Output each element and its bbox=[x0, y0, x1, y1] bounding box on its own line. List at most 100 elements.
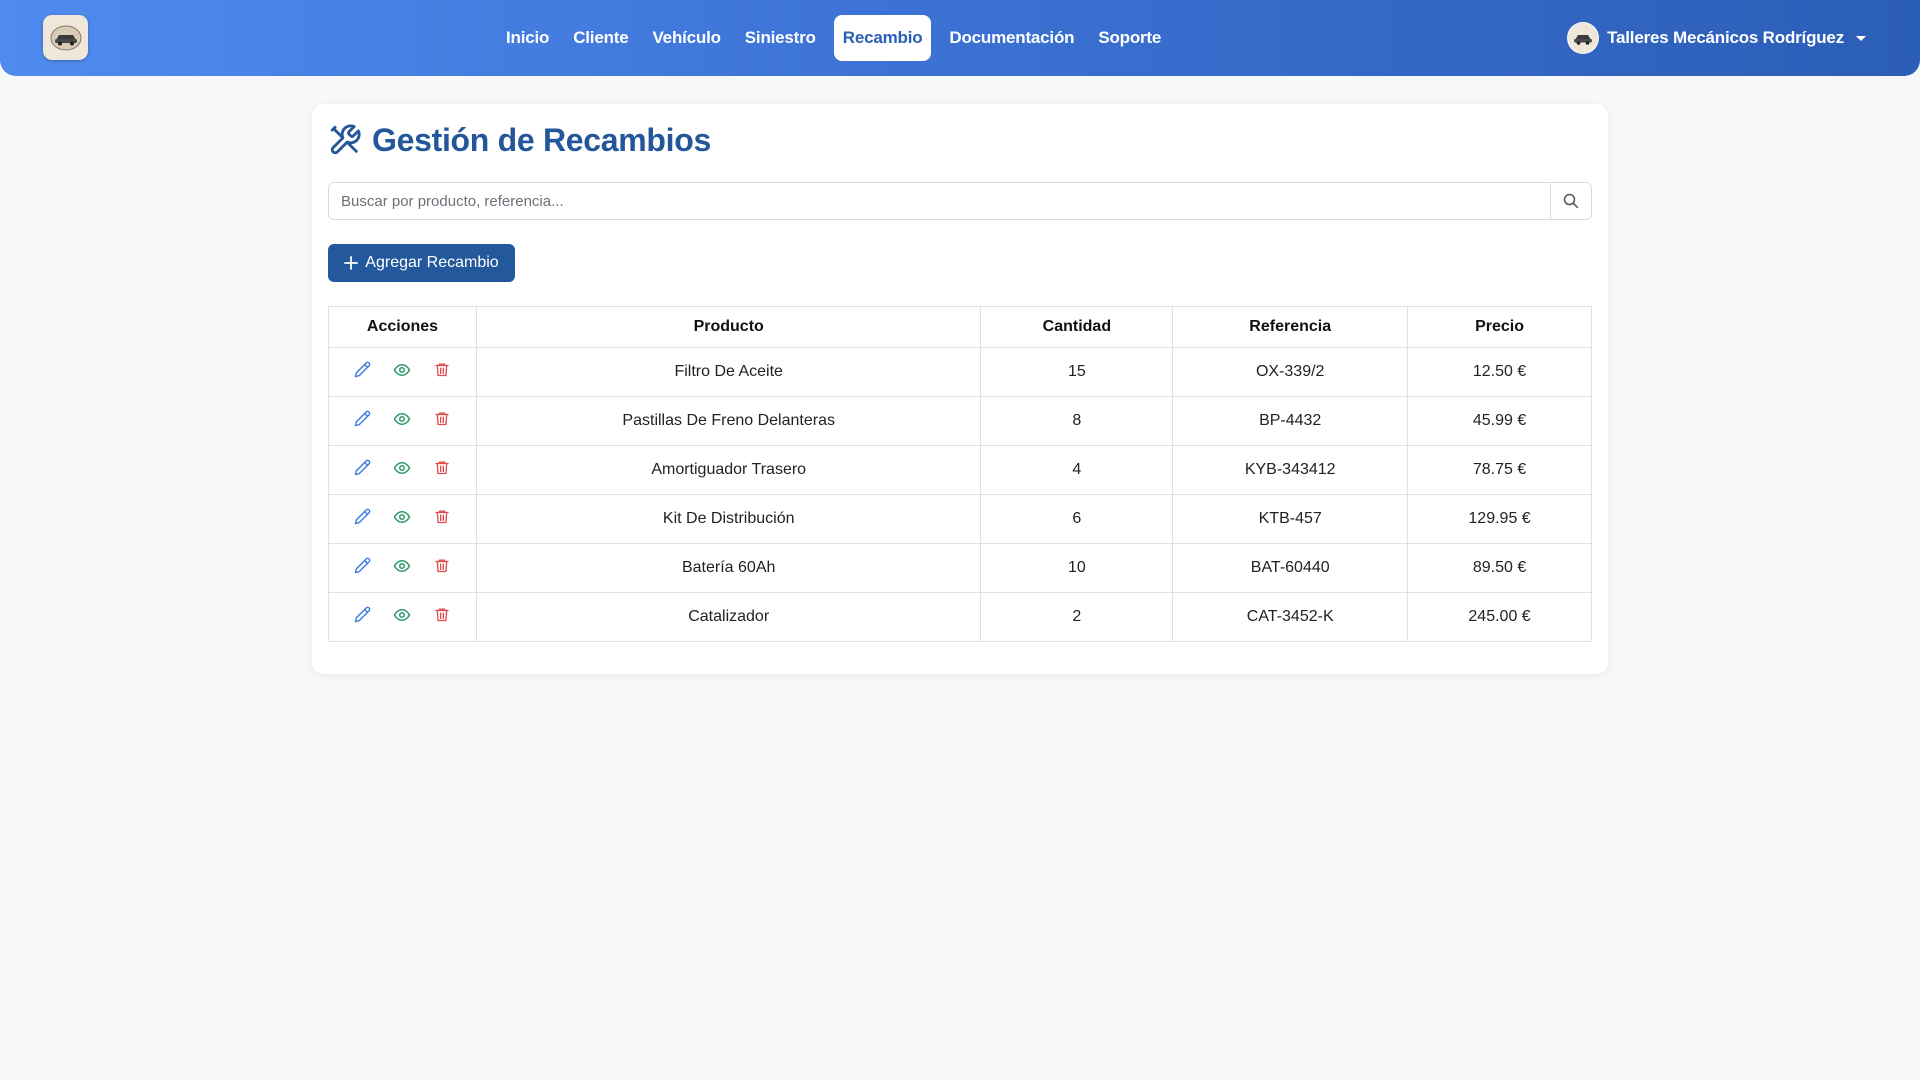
table-row: Pastillas De Freno Delanteras 8 BP-4432 45.… bbox=[328, 396, 1592, 446]
recambios-card: Gestión de Recambios Agregar Recambio bbox=[312, 104, 1608, 674]
cell-referencia: CAT-3452-K bbox=[1172, 592, 1409, 642]
nav-cliente[interactable]: Cliente bbox=[561, 15, 640, 61]
nav-documentacion[interactable]: Documentación bbox=[937, 15, 1086, 61]
edit-button[interactable] bbox=[353, 361, 371, 383]
cell-referencia: BAT-60440 bbox=[1172, 543, 1409, 593]
recambios-table: Acciones Producto Cantidad Referencia Pr… bbox=[328, 306, 1592, 642]
cell-precio: 45.99 € bbox=[1407, 396, 1592, 446]
trash-icon bbox=[434, 410, 450, 432]
nav-vehiculo[interactable]: Vehículo bbox=[640, 15, 732, 61]
table-row: Amortiguador Trasero 4 KYB-343412 78.75 € bbox=[328, 445, 1592, 495]
trash-icon bbox=[434, 557, 450, 579]
edit-button[interactable] bbox=[353, 557, 371, 577]
header-acciones: Acciones bbox=[328, 306, 477, 348]
avatar bbox=[1567, 22, 1600, 54]
trash-icon bbox=[434, 459, 450, 481]
eye-icon bbox=[393, 606, 411, 629]
delete-button[interactable] bbox=[433, 461, 451, 479]
search-icon bbox=[1563, 193, 1579, 209]
cell-producto: Catalizador bbox=[475, 592, 982, 642]
nav-inicio[interactable]: Inicio bbox=[494, 15, 561, 61]
trash-icon bbox=[434, 361, 450, 383]
plus-icon bbox=[344, 256, 359, 270]
header-producto[interactable]: Producto bbox=[475, 306, 982, 348]
cell-referencia: KTB-457 bbox=[1172, 494, 1409, 544]
cell-precio: 245.00 € bbox=[1407, 592, 1592, 642]
nav-recambio[interactable]: Recambio bbox=[833, 15, 932, 61]
edit-button[interactable] bbox=[353, 410, 371, 432]
view-button[interactable] bbox=[393, 510, 411, 528]
pencil-icon bbox=[354, 361, 371, 383]
pencil-icon bbox=[354, 606, 371, 628]
cell-cantidad: 10 bbox=[980, 543, 1174, 593]
search-button[interactable] bbox=[1550, 183, 1591, 219]
table-row: Catalizador 2 CAT-3452-K 245.00 € bbox=[328, 592, 1592, 642]
cell-cantidad: 4 bbox=[980, 445, 1174, 495]
table-row: Kit De Distribución 6 KTB-457 129.95 € bbox=[328, 494, 1592, 544]
eye-icon bbox=[393, 459, 411, 482]
cell-precio: 129.95 € bbox=[1407, 494, 1592, 544]
cell-producto: Batería 60Ah bbox=[475, 543, 982, 593]
car-avatar-icon bbox=[1574, 35, 1593, 45]
add-recambio-label: Agregar Recambio bbox=[365, 254, 499, 271]
cell-producto: Amortiguador Trasero bbox=[475, 445, 982, 495]
delete-button[interactable] bbox=[433, 559, 451, 577]
cell-referencia: BP-4432 bbox=[1172, 396, 1409, 446]
page-title: Gestión de Recambios bbox=[372, 121, 711, 158]
view-button[interactable] bbox=[393, 608, 411, 626]
cell-precio: 12.50 € bbox=[1407, 347, 1592, 397]
row-actions bbox=[328, 396, 477, 446]
cell-referencia: KYB-343412 bbox=[1172, 445, 1409, 495]
user-name: Talleres Mecánicos Rodríguez bbox=[1607, 28, 1844, 47]
recambios-table-wrapper: Acciones Producto Cantidad Referencia Pr… bbox=[328, 306, 1592, 642]
view-button[interactable] bbox=[393, 412, 411, 430]
top-navbar: Inicio Cliente Vehículo Siniestro Recamb… bbox=[0, 0, 1920, 76]
car-logo-icon bbox=[50, 25, 81, 50]
search-bar bbox=[328, 182, 1592, 220]
delete-button[interactable] bbox=[433, 510, 451, 528]
cell-referencia: OX-339/2 bbox=[1172, 347, 1409, 397]
user-menu-dropdown[interactable]: Talleres Mecánicos Rodríguez bbox=[1567, 21, 1866, 55]
edit-button[interactable] bbox=[353, 606, 371, 628]
row-actions bbox=[328, 445, 477, 495]
delete-button[interactable] bbox=[433, 412, 451, 430]
cell-precio: 78.75 € bbox=[1407, 445, 1592, 495]
app-logo[interactable] bbox=[43, 15, 88, 60]
add-recambio-button[interactable]: Agregar Recambio bbox=[328, 244, 515, 282]
header-cantidad[interactable]: Cantidad bbox=[980, 306, 1174, 348]
view-button[interactable] bbox=[393, 461, 411, 479]
cell-precio: 89.50 € bbox=[1407, 543, 1592, 593]
main-nav: Inicio Cliente Vehículo Siniestro Recamb… bbox=[494, 15, 1173, 61]
row-actions bbox=[328, 592, 477, 642]
table-row: Batería 60Ah 10 BAT-60440 89.50 € bbox=[328, 543, 1592, 593]
cell-cantidad: 6 bbox=[980, 494, 1174, 544]
row-actions bbox=[328, 494, 477, 544]
pencil-icon bbox=[354, 508, 371, 530]
pencil-icon bbox=[354, 459, 371, 481]
header-referencia[interactable]: Referencia bbox=[1172, 306, 1409, 348]
edit-button[interactable] bbox=[353, 459, 371, 481]
search-input[interactable] bbox=[329, 183, 1550, 219]
nav-siniestro[interactable]: Siniestro bbox=[733, 15, 828, 61]
eye-icon bbox=[393, 361, 411, 384]
edit-button[interactable] bbox=[353, 508, 371, 530]
header-precio[interactable]: Precio bbox=[1407, 306, 1592, 348]
delete-button[interactable] bbox=[433, 363, 451, 381]
view-button[interactable] bbox=[393, 559, 411, 577]
nav-soporte[interactable]: Soporte bbox=[1086, 15, 1173, 61]
pencil-icon bbox=[354, 410, 371, 432]
cell-cantidad: 2 bbox=[980, 592, 1174, 642]
page-header: Gestión de Recambios bbox=[328, 120, 711, 160]
view-button[interactable] bbox=[393, 363, 411, 381]
table-row: Filtro De Aceite 15 OX-339/2 12.50 € bbox=[328, 347, 1592, 397]
cell-producto: Kit De Distribución bbox=[475, 494, 982, 544]
cell-cantidad: 8 bbox=[980, 396, 1174, 446]
eye-icon bbox=[393, 410, 411, 433]
tools-icon bbox=[330, 124, 361, 155]
delete-button[interactable] bbox=[433, 608, 451, 626]
caret-down-icon bbox=[1856, 35, 1866, 41]
row-actions bbox=[328, 347, 477, 397]
eye-icon bbox=[393, 557, 411, 580]
row-actions bbox=[328, 543, 477, 593]
cell-producto: Pastillas De Freno Delanteras bbox=[475, 396, 982, 446]
